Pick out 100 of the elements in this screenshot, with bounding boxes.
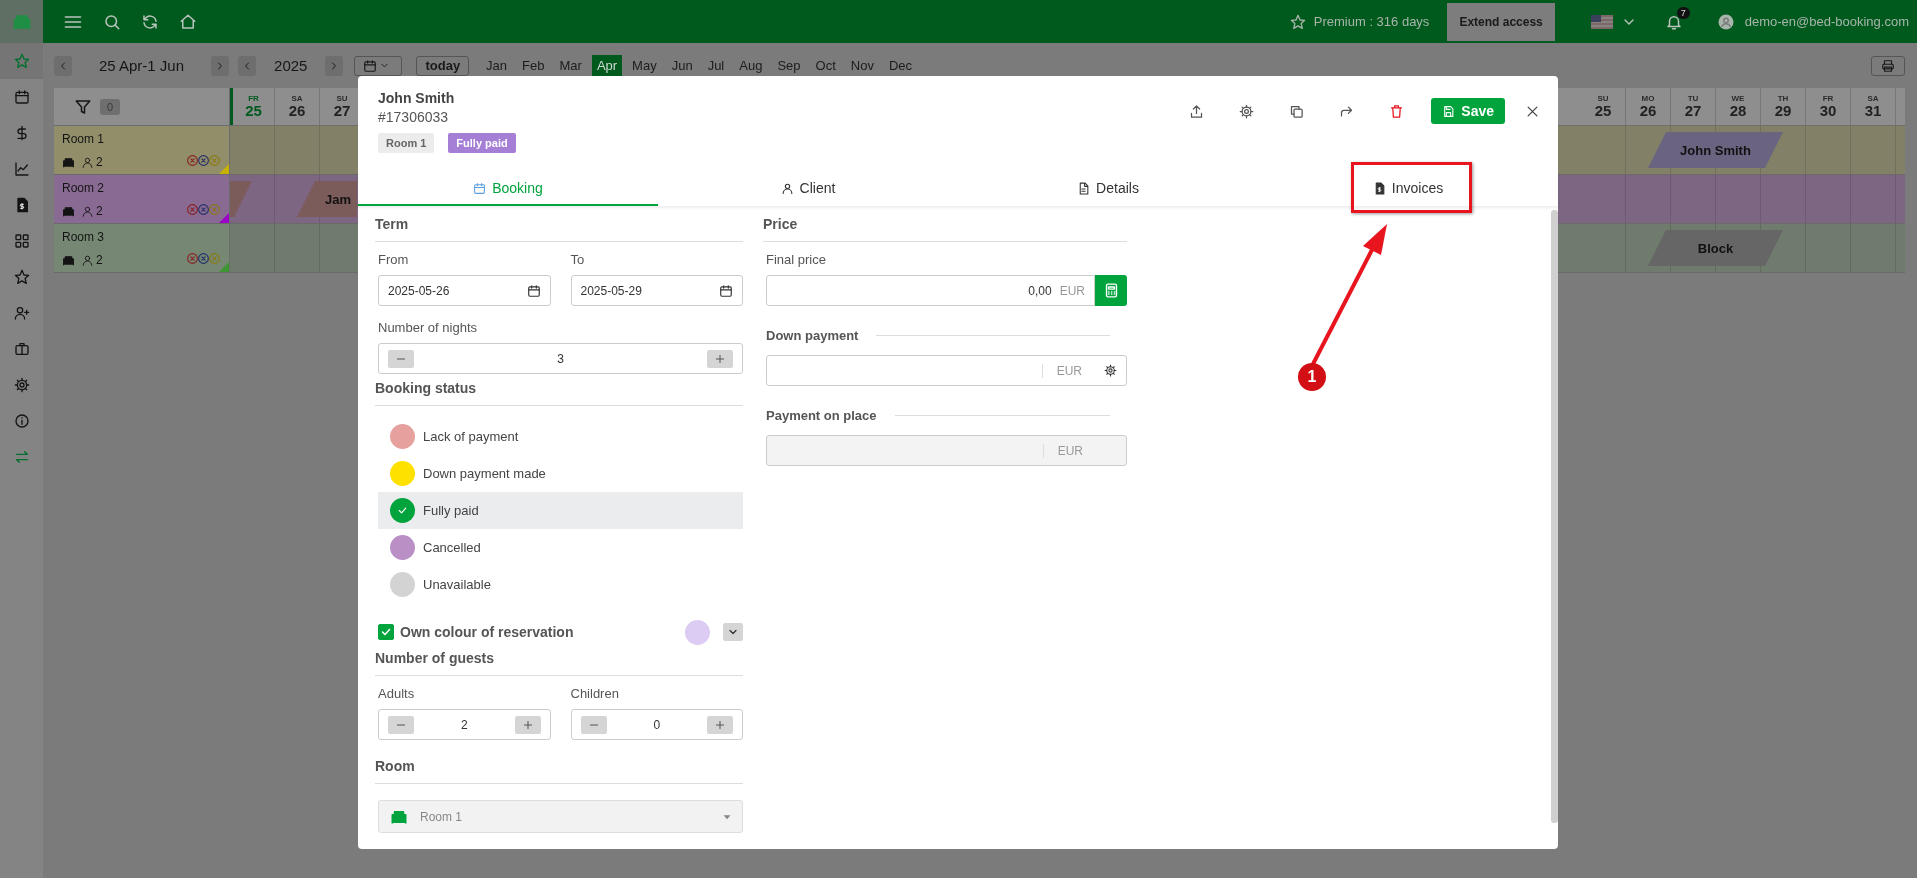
month-tab[interactable]: Sep bbox=[772, 54, 806, 77]
day-header: MO 26 bbox=[1626, 88, 1671, 125]
booking-bar[interactable]: Jam bbox=[297, 181, 357, 217]
month-tab[interactable]: May bbox=[627, 54, 662, 77]
status-option[interactable]: Unavailable bbox=[378, 566, 743, 603]
notification-badge: 7 bbox=[1676, 6, 1690, 19]
month-tab[interactable]: Nov bbox=[845, 54, 879, 77]
settings-icon[interactable] bbox=[1104, 364, 1117, 377]
children-stepper[interactable]: 0 bbox=[570, 709, 743, 740]
decrease-button[interactable] bbox=[388, 349, 414, 368]
field-label: Adults bbox=[378, 686, 416, 701]
date-field[interactable]: 2025-05-26 bbox=[378, 275, 551, 306]
status-option[interactable]: Cancelled bbox=[378, 529, 743, 566]
booking-bar[interactable]: Block bbox=[1648, 230, 1783, 266]
decrease-button[interactable] bbox=[580, 715, 607, 734]
section-heading: Down payment bbox=[766, 328, 1124, 343]
dialog-tab[interactable]: Invoices bbox=[1258, 172, 1558, 206]
room-header[interactable]: Room 1 2 bbox=[54, 126, 230, 174]
month-tab[interactable]: Dec bbox=[883, 54, 918, 77]
today-button[interactable]: today bbox=[416, 55, 470, 76]
booking-label: Block bbox=[1697, 240, 1734, 256]
person-icon bbox=[780, 181, 794, 195]
day-header: TH 29 bbox=[1761, 88, 1806, 125]
filter-icon[interactable] bbox=[74, 97, 92, 116]
person-icon bbox=[81, 155, 94, 169]
check-icon bbox=[397, 505, 408, 516]
guest-capacity: 2 bbox=[96, 253, 103, 267]
cross-circle-icon[interactable] bbox=[208, 154, 221, 167]
room-header[interactable]: Room 3 2 bbox=[54, 224, 230, 272]
calendar-icon bbox=[719, 283, 733, 298]
calendar-icon bbox=[363, 58, 378, 73]
bed-icon bbox=[62, 204, 75, 218]
field-label: Number of nights bbox=[378, 320, 478, 335]
dialog-tab[interactable]: Booking bbox=[358, 172, 658, 206]
room-select[interactable]: Room 1 bbox=[378, 800, 743, 833]
month-tab[interactable]: Apr bbox=[591, 54, 623, 77]
month-tab[interactable]: Mar bbox=[554, 54, 587, 77]
user-avatar-icon[interactable] bbox=[1716, 12, 1735, 31]
status-option[interactable]: Fully paid bbox=[378, 492, 743, 529]
adults-stepper[interactable]: 2 bbox=[378, 709, 551, 740]
extend-access-button[interactable]: Extend access bbox=[1447, 2, 1555, 41]
day-header: SA 31 bbox=[1851, 88, 1896, 125]
plus-icon bbox=[715, 353, 725, 364]
cross-circle-icon[interactable] bbox=[197, 203, 210, 216]
nights-stepper[interactable]: 3 bbox=[378, 343, 743, 374]
date-field[interactable]: 2025-05-29 bbox=[570, 275, 743, 306]
month-tab[interactable]: Jul bbox=[702, 54, 730, 77]
previous-year-button[interactable] bbox=[238, 55, 257, 76]
cross-circle-icon[interactable] bbox=[186, 154, 199, 167]
colour-swatch[interactable] bbox=[685, 619, 710, 645]
dialog-tab[interactable]: Details bbox=[958, 172, 1258, 206]
increase-button[interactable] bbox=[707, 349, 733, 368]
increase-button[interactable] bbox=[707, 715, 733, 734]
down-payment-field[interactable]: EUR bbox=[766, 355, 1127, 386]
status-option[interactable]: Lack of payment bbox=[378, 418, 743, 455]
guest-capacity: 2 bbox=[96, 204, 103, 218]
bed-icon bbox=[62, 155, 75, 169]
previous-range-button[interactable] bbox=[54, 55, 72, 76]
field-label: From bbox=[378, 252, 410, 267]
increase-button[interactable] bbox=[514, 715, 541, 734]
booking-number: #17306033 bbox=[378, 109, 450, 125]
calculator-icon[interactable] bbox=[1095, 275, 1127, 306]
day-header: FR 30 bbox=[1806, 88, 1851, 125]
cross-circle-icon[interactable] bbox=[186, 252, 199, 265]
stepper-value: 3 bbox=[557, 351, 564, 366]
user-email[interactable]: demo-en@bed-booking.com bbox=[1744, 14, 1909, 29]
print-button[interactable] bbox=[1871, 55, 1905, 76]
room-header[interactable]: Room 2 2 bbox=[54, 175, 230, 223]
decrease-button[interactable] bbox=[388, 715, 414, 734]
section-heading: Booking status bbox=[375, 374, 743, 406]
home-icon[interactable] bbox=[179, 12, 197, 31]
cross-circle-icon[interactable] bbox=[208, 252, 221, 265]
month-tab[interactable]: Oct bbox=[810, 54, 841, 77]
month-tab[interactable]: Aug bbox=[734, 54, 768, 77]
refresh-icon[interactable] bbox=[141, 12, 159, 31]
next-range-button[interactable] bbox=[211, 55, 230, 76]
month-tab[interactable]: Feb bbox=[517, 54, 550, 77]
next-year-button[interactable] bbox=[325, 55, 344, 76]
date-range-label: 25 Apr-1 Jun bbox=[99, 57, 185, 74]
scrollbar[interactable] bbox=[1551, 210, 1558, 823]
save-button[interactable]: Save bbox=[1431, 98, 1505, 124]
final-price-field[interactable]: 0,00 EUR bbox=[766, 275, 1095, 306]
status-option[interactable]: Down payment made bbox=[378, 455, 743, 492]
logo-tile[interactable] bbox=[0, 0, 43, 43]
search-icon[interactable] bbox=[103, 12, 121, 31]
month-tab[interactable]: Jun bbox=[666, 54, 698, 77]
day-header: SU 25 bbox=[1581, 88, 1626, 125]
dialog-tab[interactable]: Client bbox=[658, 172, 958, 206]
cross-circle-icon[interactable] bbox=[186, 203, 199, 216]
cross-circle-icon[interactable] bbox=[197, 252, 210, 265]
checkbox[interactable] bbox=[378, 624, 394, 640]
colour-dropdown-button[interactable] bbox=[723, 623, 743, 641]
month-tab[interactable]: Jan bbox=[481, 54, 513, 77]
booking-bar[interactable]: John Smith bbox=[1648, 132, 1783, 168]
calendar-picker-button[interactable] bbox=[354, 55, 403, 76]
flag-icon[interactable] bbox=[1590, 14, 1613, 29]
person-icon bbox=[81, 253, 94, 267]
guest-name: John Smith bbox=[378, 90, 456, 106]
document-icon bbox=[1077, 181, 1091, 195]
cross-circle-icon[interactable] bbox=[197, 154, 210, 167]
